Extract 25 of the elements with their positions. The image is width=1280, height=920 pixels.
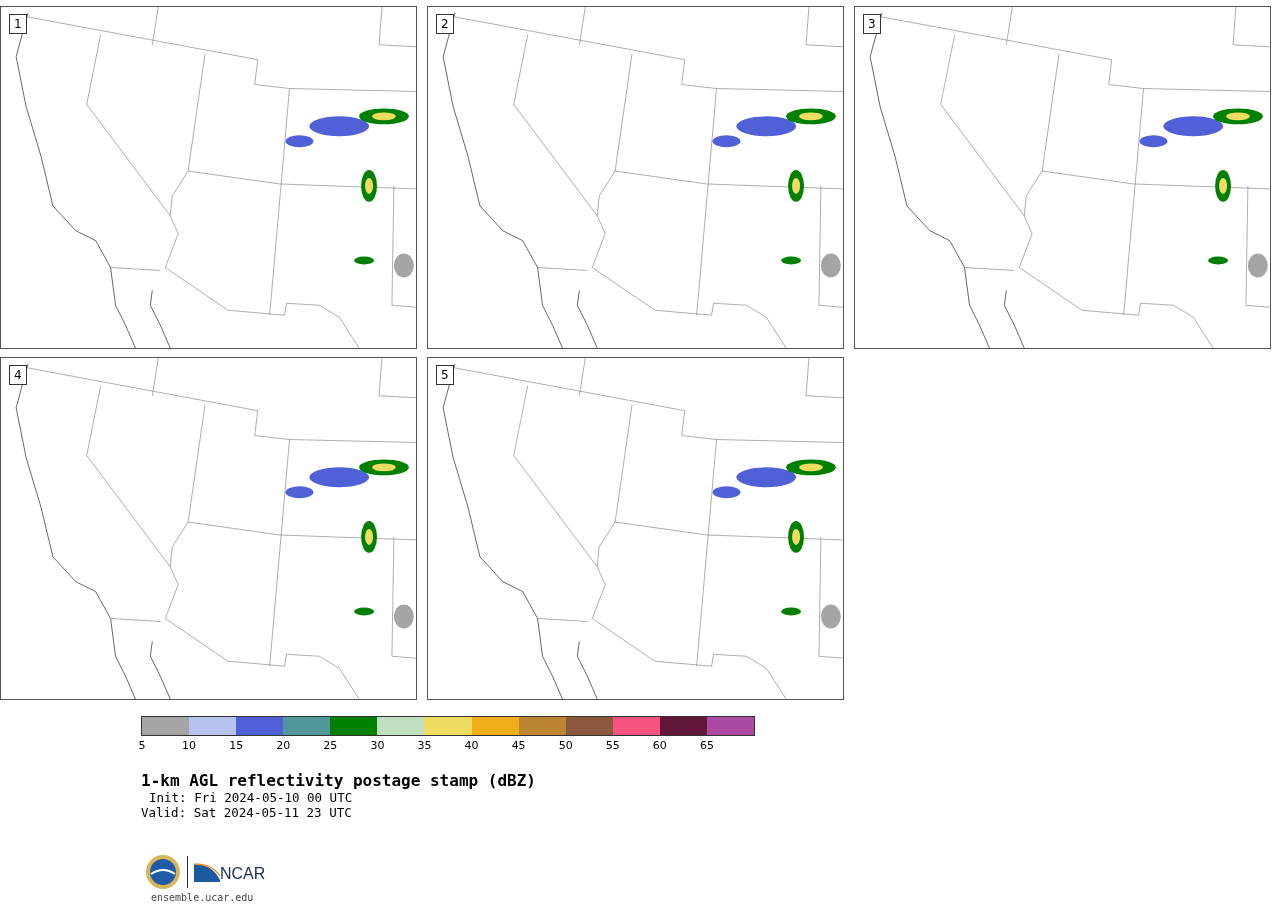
panel-number: 1 bbox=[9, 14, 27, 34]
panel-number: 2 bbox=[436, 14, 454, 34]
tick-label: 25 bbox=[323, 740, 338, 752]
tick-label: 20 bbox=[276, 740, 291, 752]
valid-time: Valid: Sat 2024-05-11 23 UTC bbox=[141, 805, 353, 820]
chart-title: 1-km AGL reflectivity postage stamp (dBZ) bbox=[141, 772, 537, 790]
seal-icon bbox=[145, 854, 181, 890]
tick-label: 5 bbox=[138, 740, 146, 752]
panel-number: 5 bbox=[436, 365, 454, 385]
tick-label: 40 bbox=[464, 740, 479, 752]
tick-label: 60 bbox=[652, 740, 667, 752]
tick-label: 30 bbox=[370, 740, 385, 752]
website-url: ensemble.ucar.edu bbox=[150, 891, 255, 904]
panel-number: 4 bbox=[9, 365, 27, 385]
tick-label: 65 bbox=[699, 740, 714, 752]
tick-label: 50 bbox=[558, 740, 573, 752]
arc-logo-icon bbox=[194, 862, 220, 882]
tick-label: 55 bbox=[605, 740, 620, 752]
init-time: Init: Fri 2024-05-10 00 UTC bbox=[148, 790, 354, 805]
tick-label: 15 bbox=[229, 740, 244, 752]
tick-label: 45 bbox=[511, 740, 526, 752]
logo-text: NCAR bbox=[220, 866, 266, 882]
tick-label: 35 bbox=[417, 740, 432, 752]
tick-label: 10 bbox=[182, 740, 197, 752]
panel-number: 3 bbox=[863, 14, 881, 34]
